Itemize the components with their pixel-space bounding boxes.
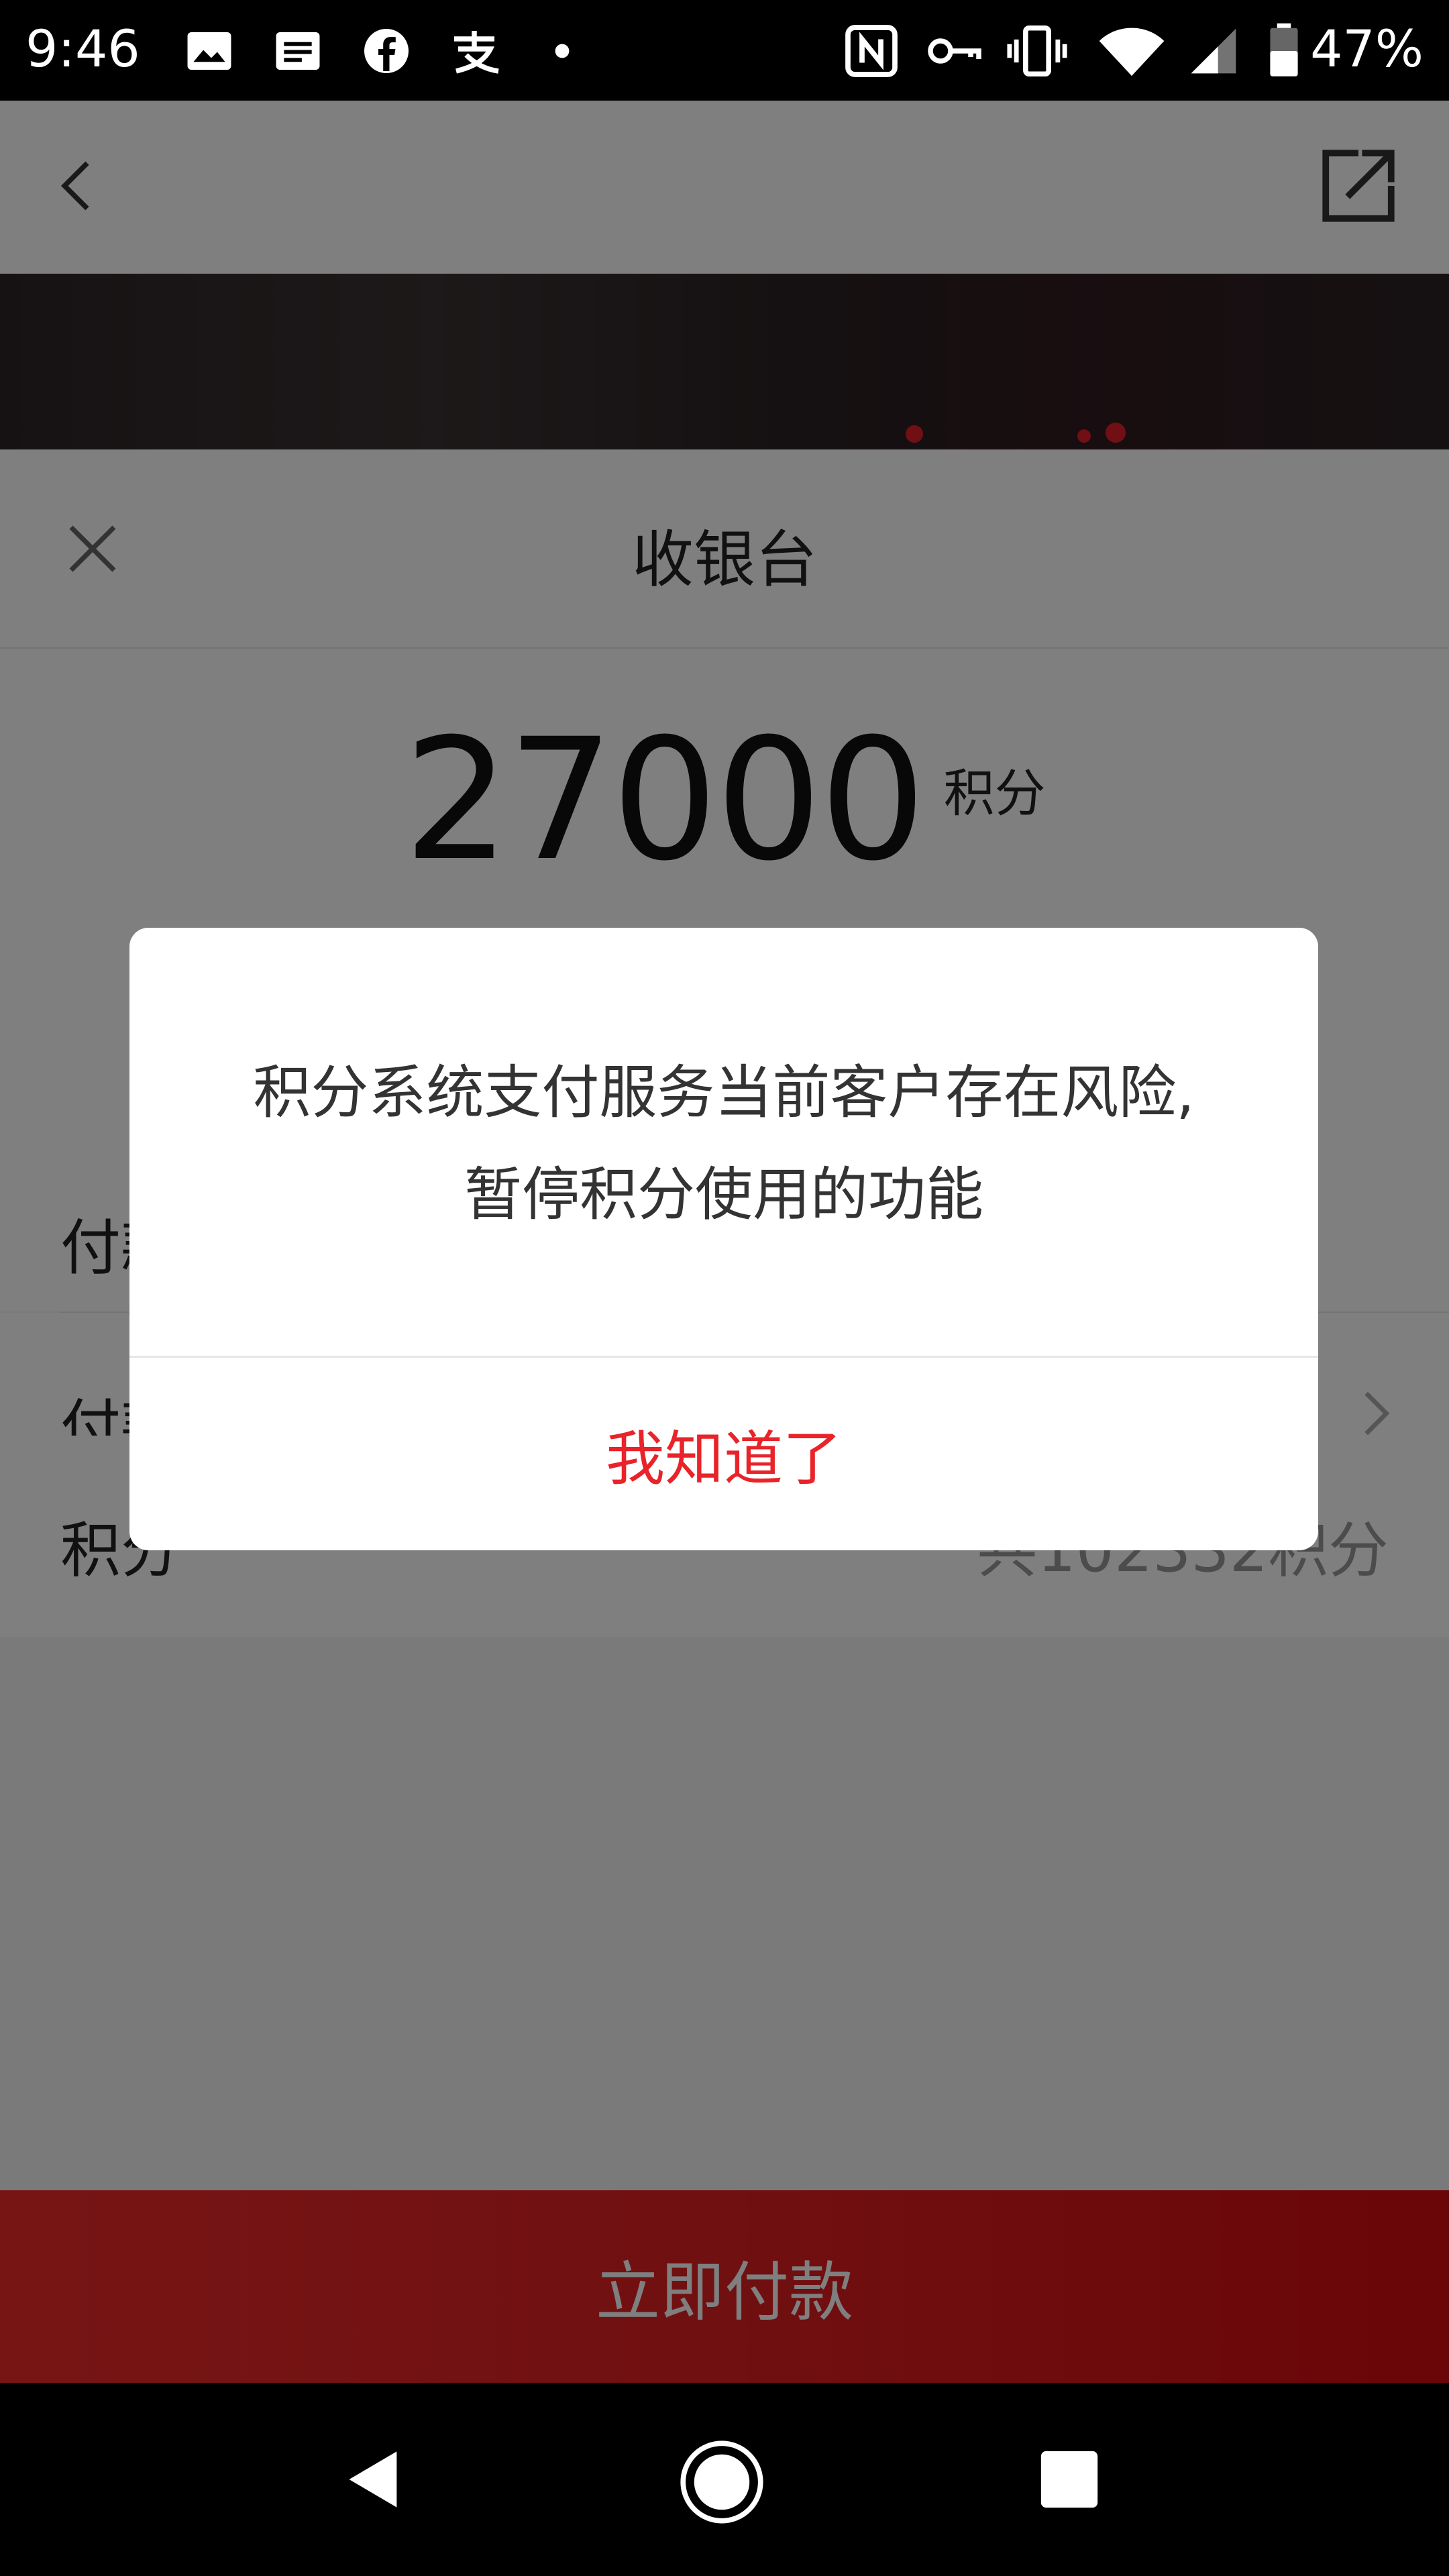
risk-alert-dialog: 积分系统支付服务当前客户存在风险, 暂停积分使用的功能 我知道了 xyxy=(129,928,1318,1550)
dot-icon xyxy=(549,24,576,78)
dialog-message: 积分系统支付服务当前客户存在风险, 暂停积分使用的功能 xyxy=(183,1042,1265,1246)
nav-recents-icon[interactable] xyxy=(1038,2449,1100,2513)
image-icon xyxy=(182,24,236,78)
vpn-key-icon xyxy=(924,24,985,78)
battery-icon xyxy=(1264,23,1304,78)
dialog-message-line: 暂停积分使用的功能 xyxy=(464,1161,983,1228)
dialog-confirm-label: 我知道了 xyxy=(605,1424,842,1493)
nav-home-icon[interactable] xyxy=(678,2438,766,2529)
dialog-confirm-button[interactable]: 我知道了 xyxy=(129,1358,1318,1550)
status-time: 9:46 xyxy=(25,19,140,78)
nfc-icon xyxy=(841,24,902,78)
news-icon xyxy=(271,24,325,78)
dialog-message-line: 积分系统支付服务当前客户存在风险, xyxy=(253,1059,1195,1126)
facebook-icon xyxy=(360,24,413,78)
system-nav-bar xyxy=(0,2383,1449,2576)
alipay-icon xyxy=(444,24,504,78)
nav-back-icon[interactable] xyxy=(341,2446,408,2516)
signal-icon xyxy=(1183,24,1244,78)
battery-percent: 47% xyxy=(1310,19,1424,78)
vibrate-icon xyxy=(1004,24,1071,78)
status-bar: 9:46 47% xyxy=(0,0,1449,101)
wifi-icon xyxy=(1095,24,1169,78)
